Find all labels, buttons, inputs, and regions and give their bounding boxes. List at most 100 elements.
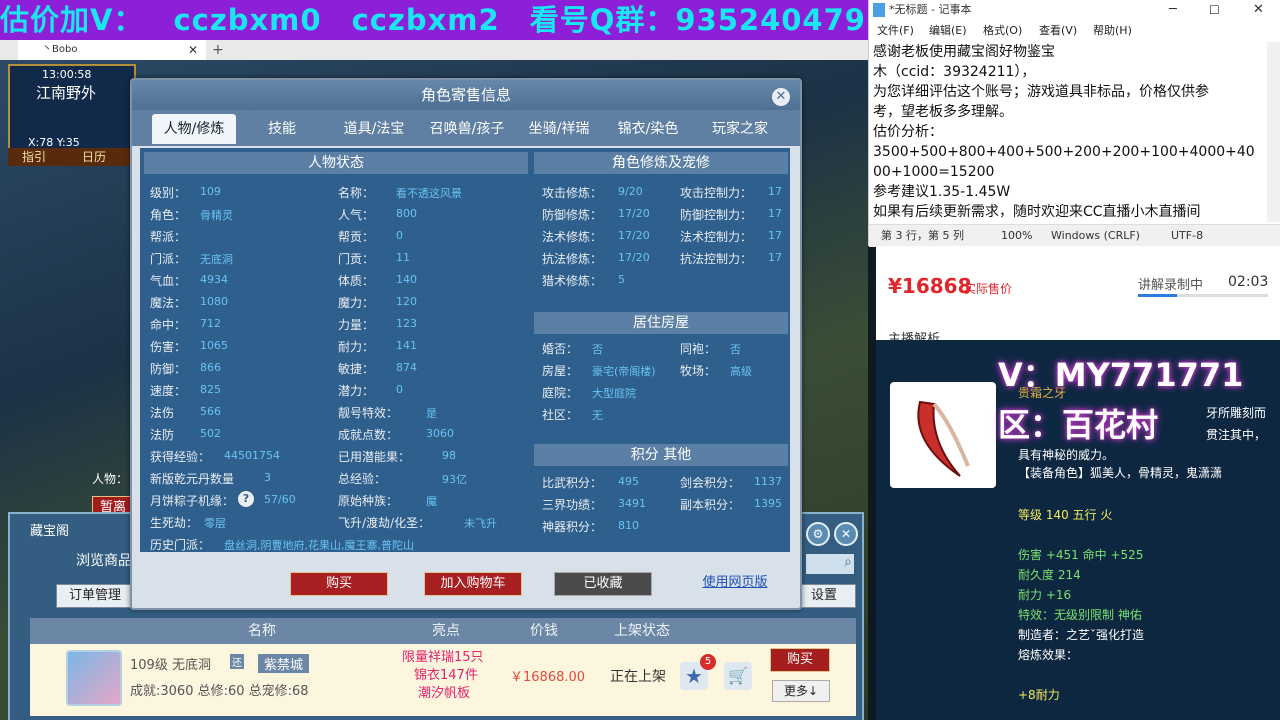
stat-value: 566: [200, 405, 221, 418]
stat-value: 11: [396, 251, 410, 264]
stat-value: 93亿: [442, 473, 467, 486]
text-line: 参考建议1.35-1.45W: [873, 184, 1011, 200]
web-version-link[interactable]: 使用网页版: [692, 572, 778, 594]
menu-help[interactable]: 帮助(H): [1093, 20, 1132, 42]
house-label: 牧场：: [680, 364, 717, 378]
row-buy-button[interactable]: 购买: [770, 648, 830, 672]
game-tab-title: 丶Bobo: [42, 44, 78, 55]
row-more-button[interactable]: 更多↓: [772, 680, 830, 702]
stat-value: 141: [396, 339, 417, 352]
house-header: 居住房屋: [534, 312, 788, 334]
status-zoom: 100%: [1001, 229, 1033, 242]
banner-segment: 估价加V：: [0, 3, 144, 37]
cult-label: 防御修炼：: [542, 208, 603, 222]
stat-value: 140: [396, 273, 417, 286]
stat-value: 3060: [426, 427, 454, 440]
cult-value: 17: [768, 185, 782, 198]
menu-format[interactable]: 格式(O): [983, 20, 1022, 42]
item-attack: 伤害 +451 命中 +525: [1018, 548, 1144, 562]
text-line: 00+1000=15200: [873, 164, 995, 180]
tab-character[interactable]: 人物/修炼: [152, 114, 236, 144]
stat-value: 0: [396, 383, 403, 396]
row-price: ￥16868.00: [510, 670, 586, 685]
text-line: 3500+500+800+400+500+200+200+100+4000+40: [873, 144, 1255, 160]
stat-label: 体质：: [338, 274, 375, 288]
stat-value: 无底洞: [200, 253, 233, 266]
score-value: 3491: [618, 497, 646, 510]
stat-value: 盘丝洞,阴曹地府,花果山,魔王寨,普陀山: [224, 539, 414, 552]
stat-label: 门贡：: [338, 252, 375, 266]
stat-label: 历史门派：: [150, 538, 211, 552]
menu-edit[interactable]: 编辑(E): [929, 20, 967, 42]
table-row[interactable]: 109级 无底洞 还 紫禁城 成就:3060 总修:60 总宠修:68 限量祥瑞…: [30, 644, 856, 716]
maximize-icon[interactable]: ☐: [1209, 0, 1220, 20]
minimap-buttons: 指引 日历: [8, 148, 132, 166]
calendar-button[interactable]: 日历: [82, 148, 106, 166]
tab-mounts[interactable]: 坐骑/祥瑞: [518, 114, 600, 144]
tab-pets[interactable]: 召唤兽/孩子: [422, 114, 512, 144]
close-icon[interactable]: ✕: [772, 88, 790, 106]
house-value: 无: [592, 409, 603, 422]
gear-icon[interactable]: ⚙: [806, 522, 830, 546]
text-line: 估价分析：: [873, 124, 943, 140]
stat-label: 法防: [150, 428, 175, 442]
cult-value: 5: [618, 273, 625, 286]
stat-label: 总经验：: [338, 472, 387, 486]
tab-items[interactable]: 道具/法宝: [328, 114, 420, 144]
new-tab-icon[interactable]: +: [212, 40, 224, 60]
close-icon[interactable]: ✕: [188, 40, 198, 60]
item-desc: 牙所雕刻而: [1206, 406, 1267, 420]
cult-value: 17/20: [618, 229, 650, 242]
stat-label: 成就点数：: [338, 428, 399, 442]
close-icon[interactable]: ✕: [834, 522, 858, 546]
column-header: 名称: [248, 623, 276, 639]
status-position: 第 3 行，第 5 列: [881, 229, 964, 242]
notepad-titlebar: *无标题 - 记事本 ─ ☐ ✕: [869, 0, 1280, 20]
tab-skills[interactable]: 技能: [244, 114, 320, 144]
row-level-school: 109级 无底洞: [130, 658, 211, 673]
stat-label: 原始种族：: [338, 494, 399, 508]
score-label: 三界功绩：: [542, 498, 603, 512]
tab-outfits[interactable]: 锦衣/染色: [606, 114, 690, 144]
browse-label[interactable]: 浏览商品: [76, 550, 132, 570]
house-value: 否: [730, 343, 741, 356]
house-label: 房屋：: [542, 364, 579, 378]
order-manage-button[interactable]: 订单管理: [56, 584, 134, 608]
tab-home[interactable]: 玩家之家: [698, 114, 782, 144]
search-input[interactable]: ⌕: [806, 554, 854, 574]
guide-button[interactable]: 指引: [22, 148, 46, 166]
stat-label: 月饼粽子机缘：: [150, 494, 235, 508]
cult-label: 猎术修炼：: [542, 274, 603, 288]
minimize-icon[interactable]: ─: [1169, 0, 1177, 20]
notepad-textarea[interactable]: 感谢老板使用藏宝阁好物鉴宝 木（ccid：39324211）， 为您详细评估这个…: [873, 42, 1267, 222]
dagger-icon: [917, 400, 970, 477]
stat-label: 人气：: [338, 208, 375, 222]
help-icon[interactable]: ?: [238, 491, 254, 507]
cult-value: 9/20: [618, 185, 643, 198]
cult-label: 抗法修炼：: [542, 252, 603, 266]
menu-file[interactable]: 文件(F): [877, 20, 914, 42]
dialog-tabs: 人物/修炼 技能 道具/法宝 召唤兽/孩子 坐骑/祥瑞 锦衣/染色 玩家之家: [132, 110, 800, 146]
house-label: 社区：: [542, 408, 579, 422]
collected-button[interactable]: 已收藏: [554, 572, 652, 596]
close-icon[interactable]: ✕: [1253, 0, 1264, 20]
stat-label: 帮贡：: [338, 230, 375, 244]
cart-icon[interactable]: 🛒: [724, 662, 752, 690]
menu-view[interactable]: 查看(V): [1039, 20, 1077, 42]
scrollbar[interactable]: [1267, 42, 1280, 222]
stat-label: 新版乾元丹数量: [150, 472, 235, 486]
minimap[interactable]: 13:00:58 江南野外 X:78 Y:35: [8, 64, 136, 160]
search-icon[interactable]: ⌕: [844, 554, 852, 570]
minimap-place: 江南野外: [36, 84, 97, 102]
column-header: 上架状态: [614, 623, 670, 639]
stat-label: 获得经验：: [150, 450, 211, 464]
buy-button[interactable]: 购买: [290, 572, 388, 596]
status-header: 人物状态: [144, 152, 528, 174]
stat-label: 角色：: [150, 208, 187, 222]
stat-label: 潜力：: [338, 384, 375, 398]
add-cart-button[interactable]: 加入购物车: [424, 572, 522, 596]
price-label: 实际售价: [964, 282, 1013, 296]
house-label: 同袍：: [680, 342, 717, 356]
game-tab[interactable]: 丶Bobo ✕: [18, 40, 206, 60]
price-value: ¥16868: [888, 274, 972, 298]
